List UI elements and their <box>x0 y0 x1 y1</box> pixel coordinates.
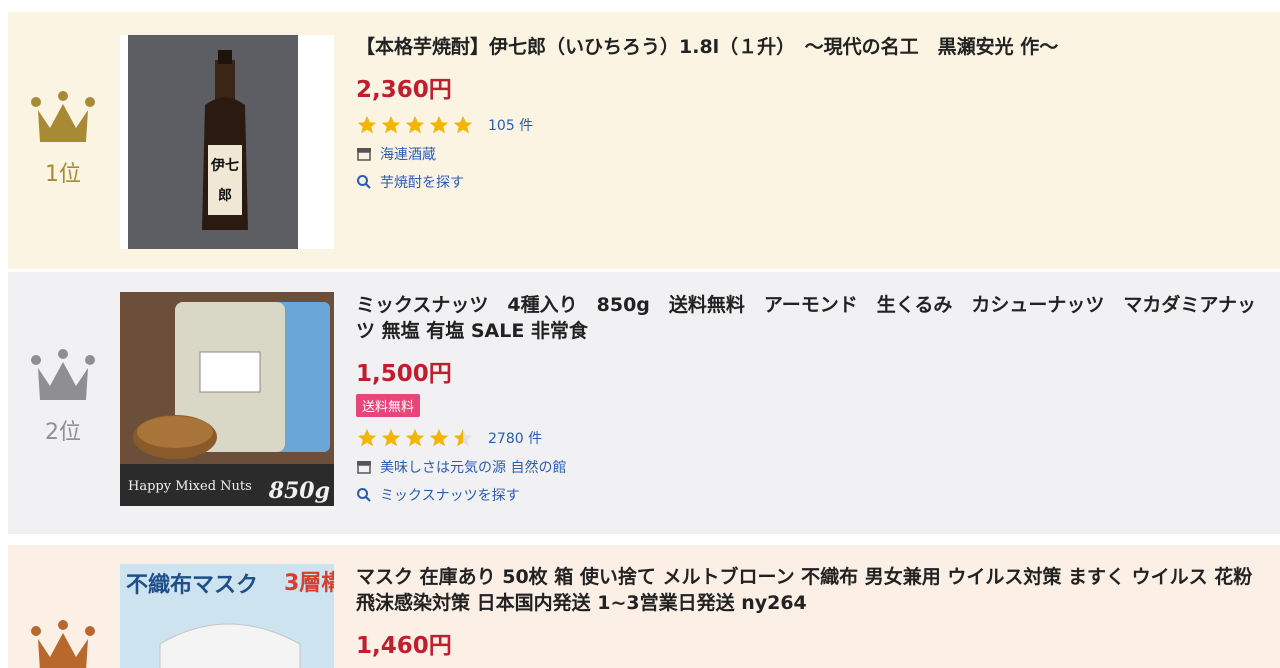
rank-2-block: 2位 <box>30 348 96 446</box>
shop-link[interactable]: 美味しさは元気の源 自然の館 <box>356 457 1268 477</box>
rank-label: 1位 <box>45 162 81 187</box>
star-full-icon <box>357 115 377 134</box>
search-category-label: ミックスナッツを探す <box>380 488 520 504</box>
product-info-1: 【本格芋焼酎】伊七郎（いひちろう）1.8l（１升） ～現代の名工 黒瀬安光 作～… <box>356 34 1268 192</box>
star-full-icon <box>429 428 449 447</box>
rank-1-block: 1位 <box>30 90 96 188</box>
product-image-mask[interactable]: 不織布マスク 3層構造 <box>120 564 334 668</box>
search-icon <box>357 488 371 502</box>
image-brand-text: Happy Mixed Nuts <box>128 479 252 494</box>
rank-3-block <box>30 619 96 668</box>
star-full-icon <box>429 115 449 134</box>
product-price: 1,460円 <box>356 633 452 659</box>
svg-text:郎: 郎 <box>218 187 232 204</box>
search-icon <box>357 175 371 189</box>
product-title[interactable]: 【本格芋焼酎】伊七郎（いひちろう）1.8l（１升） ～現代の名工 黒瀬安光 作～ <box>356 34 1268 60</box>
product-info-3: マスク 在庫あり 50枚 箱 使い捨て メルトブローン 不織布 男女兼用 ウイル… <box>356 564 1268 660</box>
image-weight-text: 850g <box>268 478 330 504</box>
shop-link[interactable]: 海連酒蔵 <box>356 144 1268 164</box>
image-badge-text: 3層構造 <box>284 570 334 596</box>
star-full-icon <box>453 115 473 134</box>
shop-icon <box>357 461 371 474</box>
image-title-text: 不織布マスク <box>126 572 258 598</box>
shop-icon <box>357 148 371 161</box>
svg-text:伊七: 伊七 <box>210 157 239 174</box>
product-title[interactable]: ミックスナッツ 4種入り 850g 送料無料 アーモンド 生くるみ カシューナッ… <box>356 292 1268 344</box>
star-full-icon <box>381 115 401 134</box>
ranking-item-3: 不織布マスク 3層構造 マスク 在庫あり 50枚 箱 使い捨て メルトブローン … <box>8 545 1280 668</box>
review-count-link[interactable]: 105 件 <box>488 115 533 135</box>
product-price: 2,360円 <box>356 77 452 103</box>
star-full-icon <box>381 428 401 447</box>
review-count-link[interactable]: 2780 件 <box>488 428 542 448</box>
ranking-list: 1位 伊七 郎 【本格芋焼酎】伊七郎（いひちろう）1.8l（１升） ～現代の名工… <box>0 0 1280 668</box>
product-image-shochu[interactable]: 伊七 郎 <box>120 35 334 249</box>
rating-row: 2780 件 <box>356 427 1268 449</box>
search-category-link[interactable]: ミックスナッツを探す <box>356 485 1268 505</box>
rating-row: 105 件 <box>356 114 1268 136</box>
star-full-icon <box>357 428 377 447</box>
rank-label: 2位 <box>45 420 81 445</box>
star-full-icon <box>405 115 425 134</box>
product-price: 1,500円 <box>356 361 452 387</box>
star-full-icon <box>405 428 425 447</box>
silver-crown-icon <box>31 349 95 400</box>
free-shipping-badge: 送料無料 <box>356 394 421 417</box>
search-category-link[interactable]: 芋焼酎を探す <box>356 172 1268 192</box>
search-category-label: 芋焼酎を探す <box>380 175 464 191</box>
product-title[interactable]: マスク 在庫あり 50枚 箱 使い捨て メルトブローン 不織布 男女兼用 ウイル… <box>356 564 1268 616</box>
shop-name: 美味しさは元気の源 自然の館 <box>380 460 567 476</box>
bronze-crown-icon <box>31 620 95 668</box>
product-image-nuts[interactable]: Happy Mixed Nuts 850g <box>120 292 334 506</box>
product-info-2: ミックスナッツ 4種入り 850g 送料無料 アーモンド 生くるみ カシューナッ… <box>356 292 1268 505</box>
star-half-icon <box>453 428 473 447</box>
gold-crown-icon <box>31 91 95 142</box>
ranking-item-2: 2位 Happy Mixed Nuts 850g ミックスナッツ 4種入り 85… <box>8 272 1280 534</box>
ranking-item-1: 1位 伊七 郎 【本格芋焼酎】伊七郎（いひちろう）1.8l（１升） ～現代の名工… <box>8 12 1280 269</box>
shop-name: 海連酒蔵 <box>380 147 436 163</box>
